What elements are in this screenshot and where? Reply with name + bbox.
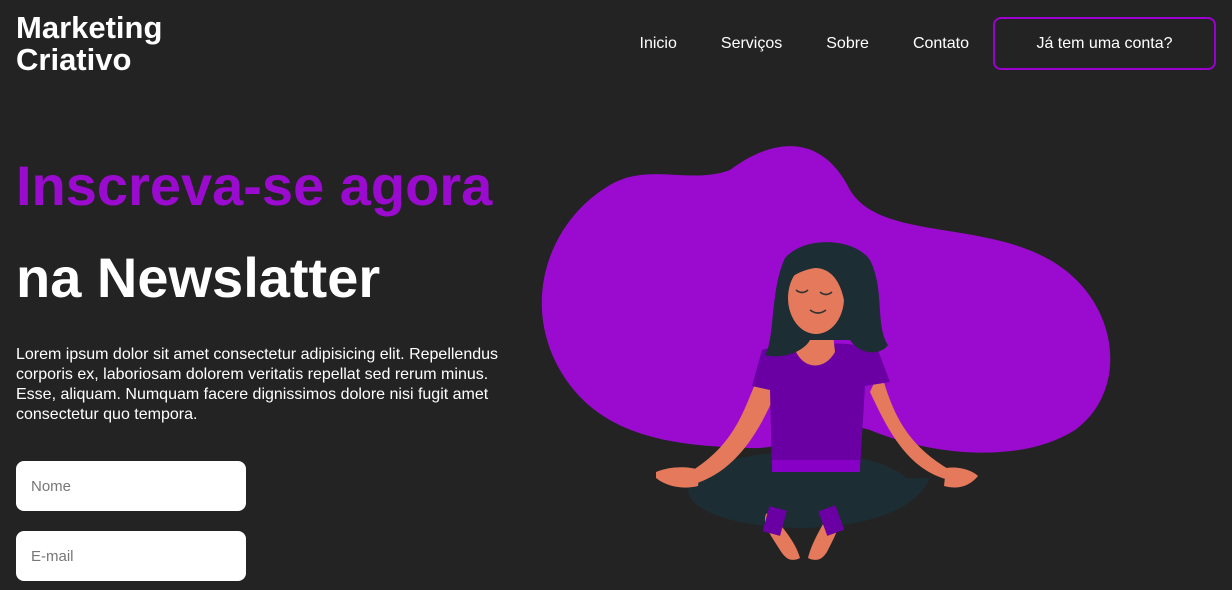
nav-link-contato[interactable]: Contato	[913, 35, 969, 53]
hero-subheadline: na Newslatter	[16, 246, 381, 309]
site-logo[interactable]: Marketing Criativo	[16, 12, 216, 76]
hero-description: Lorem ipsum dolor sit amet consectetur a…	[16, 346, 499, 423]
woman-meditating-illustration	[541, 146, 1111, 560]
nav-link-inicio[interactable]: Inicio	[640, 35, 677, 53]
main-nav: Inicio Serviços Sobre Contato Já tem uma…	[640, 17, 1216, 70]
landing-page: Marketing Criativo Inicio Serviços Sobre…	[0, 0, 1232, 590]
shirt-fringe	[772, 460, 860, 472]
right-hand	[944, 467, 978, 488]
login-button[interactable]: Já tem uma conta?	[993, 17, 1216, 70]
email-input[interactable]	[16, 531, 246, 581]
left-hand	[656, 467, 700, 488]
nav-link-sobre[interactable]: Sobre	[826, 35, 869, 53]
hero-headline: Inscreva-se agora	[16, 154, 493, 217]
name-input[interactable]	[16, 461, 246, 511]
nav-link-servicos[interactable]: Serviços	[721, 35, 782, 53]
